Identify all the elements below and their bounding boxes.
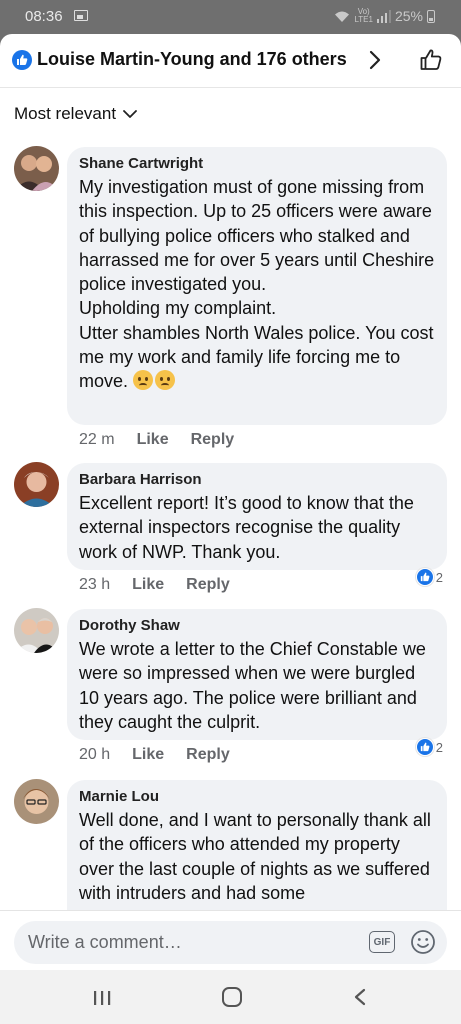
reactions-sheet: Louise Martin-Young and 176 others Most … — [0, 34, 461, 970]
sort-label: Most relevant — [14, 104, 117, 123]
status-indicators: Vo) LTE1 25% — [334, 8, 435, 24]
sort-dropdown[interactable]: Most relevant — [14, 104, 138, 124]
wifi-icon — [335, 11, 350, 22]
like-reaction-icon — [415, 738, 434, 756]
battery-icon — [427, 9, 435, 23]
reactions-summary-title[interactable]: Louise Martin-Young and 176 others — [37, 49, 347, 70]
comment-meta: 20 h Like Reply — [79, 746, 230, 764]
avatar[interactable] — [14, 779, 59, 824]
comment-author[interactable]: Barbara Harrison — [79, 471, 435, 489]
comment-bubble[interactable]: Dorothy Shaw We wrote a letter to the Ch… — [67, 609, 447, 740]
like-badge-icon — [12, 50, 32, 70]
avatar[interactable] — [14, 146, 59, 191]
comment-input[interactable]: Write a comment… GIF — [14, 921, 447, 964]
battery-level: 25% — [394, 8, 423, 24]
emoji-icon[interactable] — [410, 929, 436, 955]
comment-meta: 22 m Like Reply — [79, 431, 234, 449]
reaction-count-value: 2 — [435, 739, 443, 755]
like-button[interactable]: Like — [132, 746, 164, 764]
comment-text: Excellent report! It’s good to know that… — [79, 493, 414, 562]
comment-time: 23 h — [79, 576, 111, 593]
comment-meta: 23 h Like Reply — [79, 576, 230, 594]
comment-text: We wrote a letter to the Chief Constable… — [79, 639, 426, 732]
gif-icon[interactable]: GIF — [369, 931, 395, 953]
sheet-header[interactable]: Louise Martin-Young and 176 others — [0, 34, 461, 88]
comment-text: Well done, and I want to personally than… — [79, 810, 431, 903]
comment-bubble[interactable]: Shane Cartwright My investigation must o… — [67, 147, 447, 425]
comment-bubble[interactable]: Barbara Harrison Excellent report! It’s … — [67, 463, 447, 570]
home-icon[interactable] — [222, 987, 242, 1007]
avatar[interactable] — [14, 608, 59, 653]
signal-icon — [376, 9, 391, 23]
reaction-count[interactable]: 2 — [415, 568, 443, 586]
comment-author[interactable]: Dorothy Shaw — [79, 617, 435, 635]
angry-face-emoji-icon — [133, 370, 154, 391]
volte-indicator: Vo) LTE1 — [354, 7, 373, 24]
reply-button[interactable]: Reply — [186, 746, 230, 764]
status-bar: 08:36 Vo) LTE1 25% — [0, 0, 461, 34]
avatar[interactable] — [14, 462, 59, 507]
chevron-down-icon — [123, 110, 137, 118]
reaction-count[interactable]: 2 — [415, 738, 443, 756]
status-time: 08:36 — [25, 8, 63, 25]
angry-face-emoji-icon — [155, 370, 176, 391]
recent-apps-icon[interactable] — [93, 990, 111, 1006]
thumbs-up-icon[interactable] — [419, 48, 443, 72]
like-button[interactable]: Like — [132, 576, 164, 594]
comment-text: My investigation must of gone missing fr… — [79, 177, 435, 392]
comment-author[interactable]: Shane Cartwright — [79, 155, 435, 173]
comment-time: 20 h — [79, 746, 111, 763]
comment-time: 22 m — [79, 431, 115, 448]
system-navigation-bar — [0, 970, 461, 1024]
like-button[interactable]: Like — [137, 431, 169, 449]
image-icon — [74, 10, 88, 21]
comment-input-placeholder: Write a comment… — [28, 932, 182, 952]
reply-button[interactable]: Reply — [186, 576, 230, 594]
reply-button[interactable]: Reply — [191, 431, 235, 449]
reaction-count-value: 2 — [435, 569, 443, 585]
comment-author[interactable]: Marnie Lou — [79, 788, 435, 806]
like-reaction-icon — [415, 568, 434, 586]
back-icon[interactable] — [353, 988, 367, 1006]
chevron-right-icon[interactable] — [368, 49, 382, 71]
comment-composer: Write a comment… GIF — [0, 910, 461, 970]
